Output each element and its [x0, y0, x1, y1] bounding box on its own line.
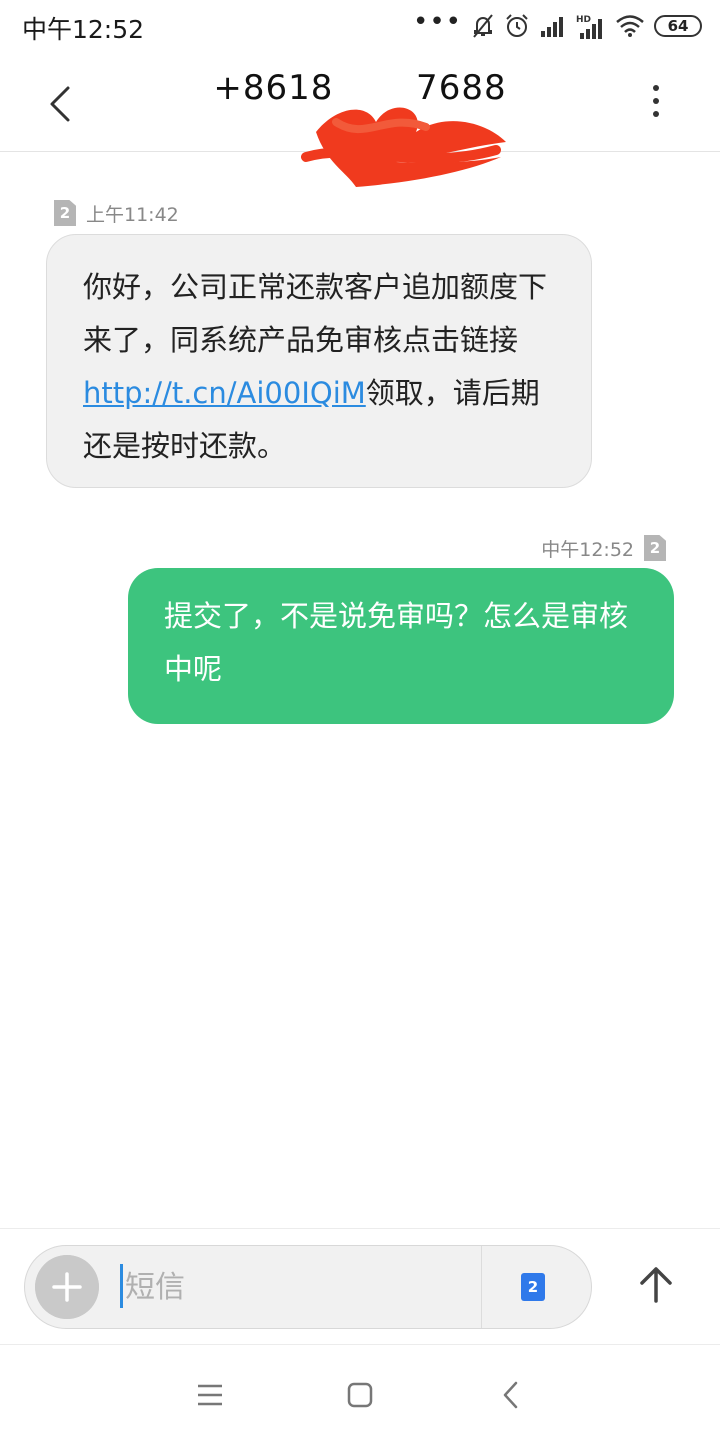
sim-badge: 2 [644, 535, 666, 561]
incoming-message-text: 你好，公司正常还款客户追加额度下来了，同系统产品免审核点击链接 [83, 270, 548, 357]
signal-icon-1 [541, 17, 563, 37]
outgoing-message-bubble[interactable]: 提交了，不是说免审吗？怎么是审核中呢 [128, 568, 674, 724]
alarm-icon [506, 14, 528, 37]
outgoing-message-time: 中午12:52 [541, 538, 634, 561]
mute-icon [473, 14, 493, 38]
incoming-message-time: 上午11:42 [86, 203, 179, 226]
more-notifications-icon: ••• [412, 7, 462, 37]
outgoing-message-text: 提交了，不是说免审吗？怎么是审核中呢 [164, 599, 629, 686]
more-options-icon[interactable] [636, 82, 676, 122]
add-attachment-button[interactable] [35, 1255, 99, 1319]
signal-hd-icon-2: HD [576, 15, 602, 39]
status-icons: ••• HD 64 [412, 7, 702, 40]
message-composer: 2 [0, 1228, 720, 1344]
input-pill: 2 [24, 1245, 592, 1329]
menu-icon[interactable] [190, 1375, 230, 1415]
sim-select-button[interactable]: 2 [521, 1273, 545, 1301]
nav-back-icon[interactable] [492, 1375, 532, 1415]
composer-divider [481, 1246, 482, 1328]
text-cursor [120, 1264, 123, 1308]
conversation-header: +8618 7688 [0, 52, 720, 187]
incoming-message-bubble[interactable]: 你好，公司正常还款客户追加额度下来了，同系统产品免审核点击链接 http://t… [46, 234, 592, 488]
send-button[interactable] [632, 1261, 680, 1309]
outgoing-message-meta: 中午12:52 2 [541, 534, 666, 562]
home-icon[interactable] [340, 1375, 380, 1415]
redaction-scribble [301, 107, 506, 187]
battery-indicator: 64 [654, 15, 702, 37]
svg-text:HD: HD [576, 15, 591, 25]
incoming-message-meta: 2 上午11:42 [54, 199, 179, 227]
system-nav-bar [0, 1344, 720, 1440]
back-button[interactable] [40, 82, 84, 126]
wifi-icon [616, 15, 644, 37]
sim-badge: 2 [54, 200, 76, 226]
status-bar: 中午12:52 ••• HD 64 [0, 0, 720, 52]
status-time: 中午12:52 [22, 15, 145, 44]
message-link[interactable]: http://t.cn/Ai00IQiM [83, 376, 366, 410]
message-input[interactable] [125, 1246, 475, 1328]
